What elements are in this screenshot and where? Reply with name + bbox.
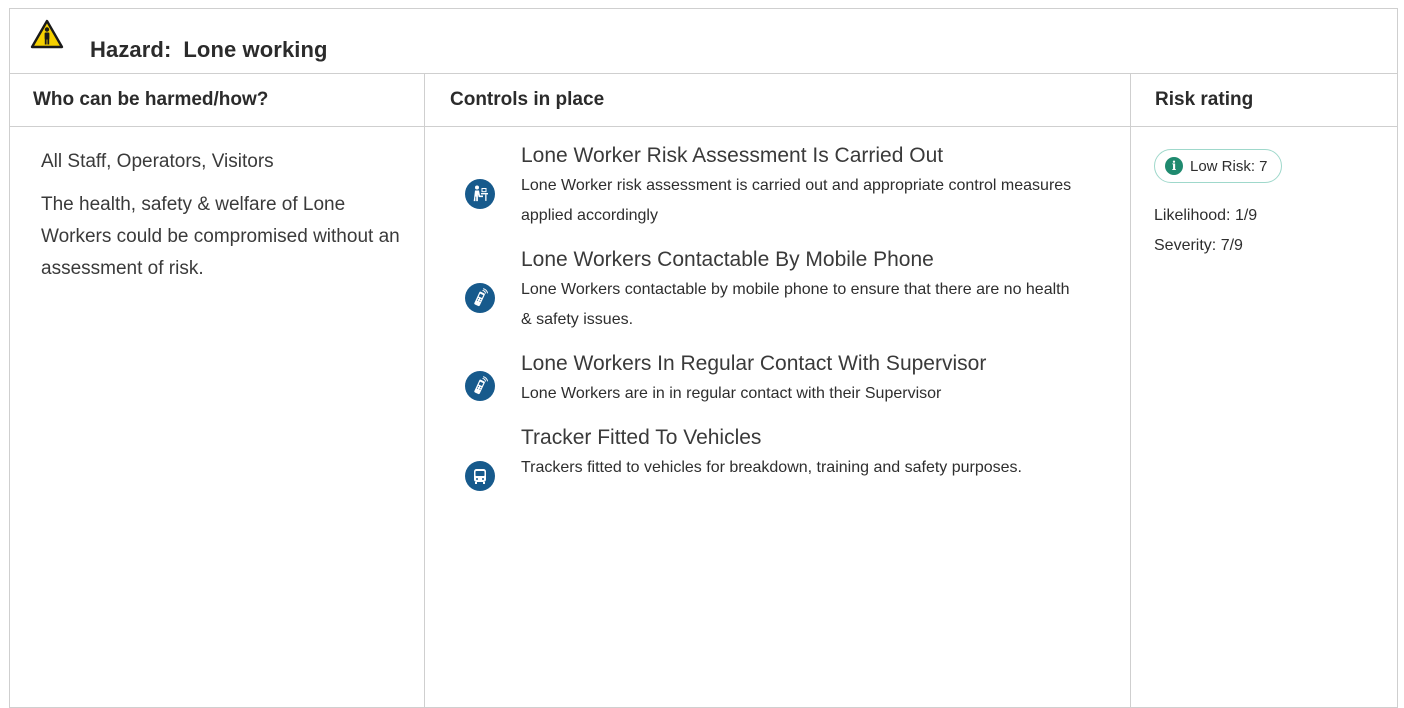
risk-likelihood: Likelihood: 1/9	[1154, 207, 1258, 224]
control-title: Tracker Fitted To Vehicles	[521, 426, 762, 449]
control-title: Lone Workers Contactable By Mobile Phone	[521, 248, 934, 271]
bus-icon	[465, 461, 495, 491]
person-at-desk-icon	[465, 179, 495, 209]
mobile-phone-icon	[465, 283, 495, 313]
controls-list: Lone Worker Risk Assessment Is Carried O…	[425, 127, 1130, 491]
control-item: Lone Worker Risk Assessment Is Carried O…	[425, 141, 1130, 231]
control-description: Trackers fitted to vehicles for breakdow…	[521, 459, 1022, 476]
hazard-title: Hazard: Lone working	[90, 37, 328, 63]
mobile-phone-icon	[465, 371, 495, 401]
who-description: The health, safety & welfare of Lone Wor…	[41, 194, 400, 279]
who-cell: All Staff, Operators, Visitors The healt…	[10, 127, 425, 707]
column-header-who: Who can be harmed/how?	[10, 74, 425, 126]
who-people: All Staff, Operators, Visitors	[41, 151, 274, 172]
risk-details: Likelihood: 1/9 Severity: 7/9	[1154, 201, 1397, 261]
control-item: Tracker Fitted To Vehicles Trackers fitt…	[425, 423, 1130, 491]
control-title: Lone Worker Risk Assessment Is Carried O…	[521, 144, 944, 167]
hazard-label: Hazard:	[90, 37, 172, 62]
control-title: Lone Workers In Regular Contact With Sup…	[521, 352, 987, 375]
risk-cell: i Low Risk: 7 Likelihood: 1/9 Severity: …	[1131, 127, 1397, 707]
controls-cell: Lone Worker Risk Assessment Is Carried O…	[425, 127, 1131, 707]
hazard-card: Hazard: Lone working Who can be harmed/ho…	[9, 8, 1398, 708]
hazard-header: Hazard: Lone working	[10, 9, 1397, 74]
column-header-risk: Risk rating	[1155, 89, 1254, 110]
hazard-row: All Staff, Operators, Visitors The healt…	[10, 127, 1397, 707]
risk-severity: Severity: 7/9	[1154, 237, 1243, 254]
control-item: Lone Workers Contactable By Mobile Phone	[425, 245, 1130, 335]
hazard-name: Lone working	[183, 37, 328, 62]
warning-triangle-icon	[30, 19, 64, 49]
risk-badge[interactable]: i Low Risk: 7	[1154, 149, 1282, 183]
control-description: Lone Worker risk assessment is carried o…	[521, 177, 1072, 224]
info-icon: i	[1165, 157, 1183, 175]
control-description: Lone Workers contactable by mobile phone…	[521, 281, 1070, 328]
column-headers: Who can be harmed/how? Controls in place…	[10, 74, 1397, 127]
column-header-controls: Controls in place	[425, 74, 1131, 126]
control-item: Lone Workers In Regular Contact With Sup…	[425, 349, 1130, 409]
risk-badge-label: Low Risk: 7	[1190, 157, 1268, 175]
control-description: Lone Workers are in in regular contact w…	[521, 385, 942, 402]
